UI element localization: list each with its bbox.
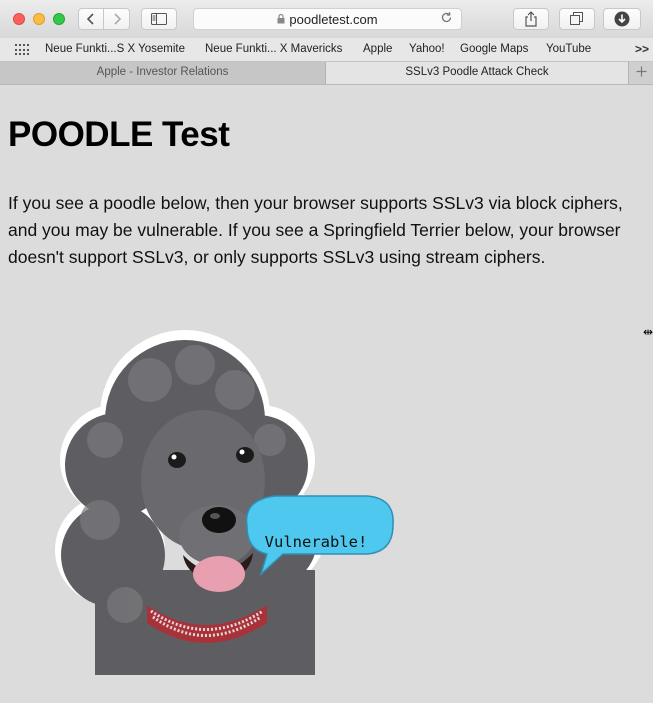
- bookmarks-overflow-button[interactable]: >>: [635, 42, 649, 56]
- bookmark-item[interactable]: Yahoo!: [409, 43, 445, 55]
- page-description: If you see a poodle below, then your bro…: [8, 193, 623, 267]
- page-content: POODLE Test If you see a poodle below, t…: [0, 85, 653, 703]
- url-text: poodletest.com: [289, 12, 378, 27]
- browser-window: poodletest.com Neue Funkti...S X Yosemit…: [0, 0, 653, 703]
- plus-icon: [636, 66, 646, 77]
- share-button[interactable]: [513, 8, 549, 30]
- download-icon: [614, 11, 630, 27]
- sidebar-icon: [151, 13, 167, 25]
- share-icon: [525, 11, 537, 27]
- downloads-button[interactable]: [603, 8, 641, 30]
- bookmark-item[interactable]: YouTube: [546, 43, 591, 55]
- new-tab-button[interactable]: [628, 62, 653, 84]
- close-window-button[interactable]: [13, 13, 25, 25]
- sidebar-toggle-button[interactable]: [141, 8, 177, 30]
- url-display: poodletest.com: [194, 12, 461, 27]
- poodle-image: [55, 330, 394, 675]
- bookmark-item[interactable]: Neue Funkti... X Mavericks: [205, 43, 342, 55]
- bookmark-item[interactable]: Neue Funkti...S X Yosemite: [45, 43, 185, 55]
- reload-icon[interactable]: [440, 11, 453, 27]
- back-button[interactable]: [78, 8, 104, 30]
- forward-button[interactable]: [104, 8, 130, 30]
- minimize-window-button[interactable]: [33, 13, 45, 25]
- show-tabs-button[interactable]: [559, 8, 595, 30]
- bookmark-item[interactable]: Apple: [363, 43, 392, 55]
- chevron-left-icon: [86, 13, 94, 25]
- tabs-overview-icon: [570, 12, 583, 25]
- bookmarks-bar: Neue Funkti...S X Yosemite Neue Funkti..…: [0, 38, 653, 62]
- bookmark-item[interactable]: Google Maps: [460, 43, 528, 55]
- grid-icon[interactable]: [15, 44, 29, 55]
- resize-cursor-icon: ⇹: [643, 325, 653, 339]
- tab-bar: Apple - Investor Relations SSLv3 Poodle …: [0, 62, 653, 85]
- toolbar: poodletest.com: [0, 0, 653, 39]
- tab-investor-relations[interactable]: Apple - Investor Relations: [0, 62, 326, 84]
- lock-icon: [277, 13, 285, 27]
- tab-poodle-check[interactable]: SSLv3 Poodle Attack Check: [326, 62, 628, 84]
- vulnerable-bubble-text: Vulnerable!: [264, 533, 368, 551]
- chevron-right-icon: [113, 13, 121, 25]
- address-bar[interactable]: poodletest.com: [193, 8, 462, 30]
- page-title: POODLE Test: [8, 115, 230, 154]
- zoom-window-button[interactable]: [53, 13, 65, 25]
